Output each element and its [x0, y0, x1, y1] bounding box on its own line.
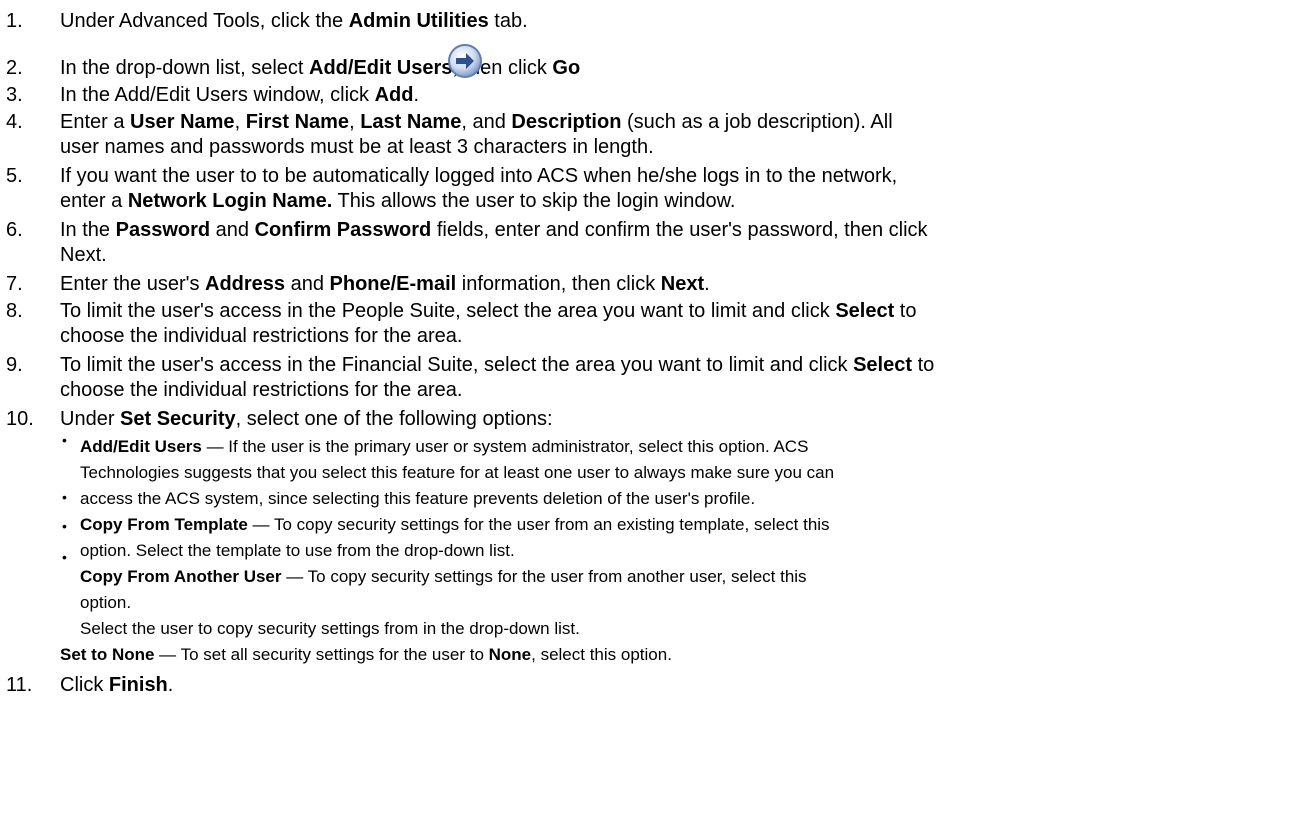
bullet: •	[62, 518, 67, 534]
bullet: •	[62, 432, 67, 448]
step-9-line-2: choose the individual restrictions for t…	[60, 379, 463, 401]
step-6-line-1: In the Password and Confirm Password fie…	[60, 219, 928, 241]
step-10-text: Under Set Security, select one of the fo…	[60, 408, 553, 430]
step-6-line-2: Next.	[60, 244, 107, 266]
go-arrow-icon	[448, 44, 482, 78]
step-8-line-2: choose the individual restrictions for t…	[60, 325, 463, 347]
step-number: 11.	[6, 674, 33, 696]
step-number: 3.	[6, 84, 23, 106]
option-text-line: Technologies suggests that you select th…	[80, 463, 835, 482]
step-4-line-1: Enter a User Name, First Name, Last Name…	[60, 111, 893, 133]
option-copy-from-template: Copy From Template — To copy security se…	[80, 515, 830, 534]
step-7-text: Enter the user's Address and Phone/E-mai…	[60, 273, 710, 295]
step-2-text: In the drop-down list, select Add/Edit U…	[60, 57, 581, 79]
step-number: 5.	[6, 165, 23, 187]
option-text-line: option. Select the template to use from …	[80, 541, 515, 560]
step-3-text: In the Add/Edit Users window, click Add.	[60, 84, 420, 106]
step-number: 8.	[6, 300, 23, 322]
step-5-line-1: If you want the user to to be automatica…	[60, 165, 898, 187]
step-number: 6.	[6, 219, 23, 241]
option-text-line: Select the user to copy security setting…	[80, 619, 580, 638]
step-number: 7.	[6, 273, 23, 295]
step-9-line-1: To limit the user's access in the Financ…	[60, 354, 935, 376]
option-set-to-none: Set to None — To set all security settin…	[60, 645, 672, 664]
step-number: 4.	[6, 111, 23, 133]
step-11-text: Click Finish.	[60, 674, 174, 696]
option-copy-from-another-user: Copy From Another User — To copy securit…	[80, 567, 807, 586]
step-number: 9.	[6, 354, 23, 376]
step-4-line-2: user names and passwords must be at leas…	[60, 136, 654, 158]
step-1-text: Under Advanced Tools, click the Admin Ut…	[60, 10, 528, 32]
option-add-edit-users: Add/Edit Users — If the user is the prim…	[80, 437, 809, 456]
step-5-line-2: enter a Network Login Name. This allows …	[60, 190, 736, 212]
step-number: 1.	[6, 10, 23, 32]
bullet: •	[62, 489, 67, 505]
step-8-line-1: To limit the user's access in the People…	[60, 300, 917, 322]
step-number: 10.	[6, 408, 34, 430]
option-text-line: option.	[80, 593, 132, 612]
document-page: { "steps": [ {"num":"1.","parts":["Under…	[0, 0, 1301, 838]
bullet: •	[62, 549, 67, 565]
step-number: 2.	[6, 57, 23, 79]
step-2-period: .	[482, 57, 488, 79]
option-text-line: access the ACS system, since selecting t…	[80, 489, 756, 508]
